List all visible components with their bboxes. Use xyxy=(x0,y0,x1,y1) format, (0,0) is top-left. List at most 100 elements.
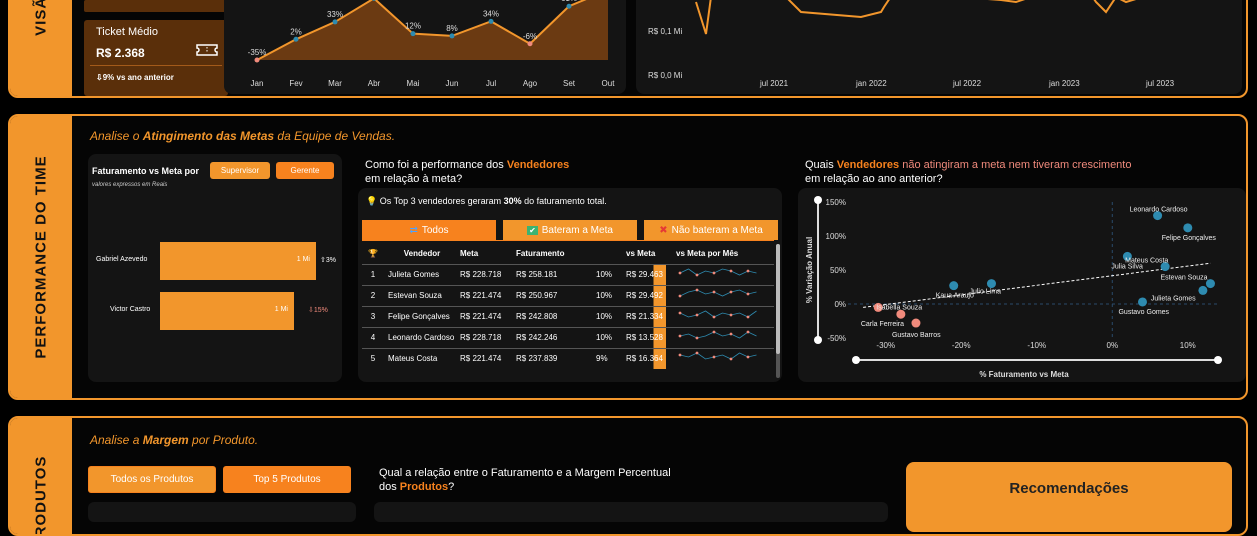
cell-vs-meta: R$ 21.334 xyxy=(626,306,676,327)
x-slider-handle[interactable] xyxy=(852,356,860,364)
cell-vs-meta: R$ 29.492 xyxy=(626,285,676,306)
month-tick: Set xyxy=(563,79,576,88)
table-row[interactable]: 4 Leonardo Cardoso R$ 228.718 R$ 242.246 10%… xyxy=(362,327,774,348)
todos-produtos-button[interactable]: Todos os Produtos xyxy=(88,466,216,493)
y-tick: 50% xyxy=(830,266,846,275)
fat-vs-meta-title: Faturamento vs Meta por xyxy=(92,166,200,176)
sparkline-point xyxy=(729,269,733,272)
y-slider-handle[interactable] xyxy=(814,336,822,344)
sparkline-point xyxy=(712,271,716,274)
col-vs-meta[interactable]: vs Meta xyxy=(626,244,676,264)
scatter-point[interactable] xyxy=(1198,285,1208,295)
y-slider-handle[interactable] xyxy=(814,196,822,204)
cell-pct: 10% xyxy=(596,333,613,342)
vendedores-table: 🏆 Vendedor Meta Faturamento vs Meta vs M… xyxy=(362,244,774,369)
supervisor-bar-label: 1 Mi xyxy=(296,256,310,263)
cell-pct: 10% xyxy=(596,270,613,279)
trend-x-tick: jul 2022 xyxy=(952,79,982,88)
trend-x-tick: jan 2022 xyxy=(855,79,887,88)
table-row[interactable]: 1 Julieta Gomes R$ 228.718 R$ 258.181 10% R$ … xyxy=(362,264,774,285)
trend-line xyxy=(695,0,1137,35)
data-point[interactable] xyxy=(332,19,338,25)
cell-vs-meta: R$ 29.463 xyxy=(626,264,676,285)
point-label: Gustavo Barros xyxy=(892,332,941,339)
check-icon: ✔ xyxy=(527,225,538,235)
table-scrollbar[interactable] xyxy=(776,244,780,378)
ticket-medio-value: R$ 2.368 xyxy=(96,46,145,60)
table-row[interactable]: 5 Mateus Costa R$ 221.474 R$ 237.839 9% R$ 16… xyxy=(362,348,774,369)
supervisor-bar[interactable]: 1 Mi xyxy=(160,292,294,330)
cell-meta: R$ 228.718 xyxy=(460,270,502,279)
month-tick: Jan xyxy=(251,79,264,88)
ticket-medio-card: Ticket Médio R$ 2.368 ⇩9% vs ano anterio… xyxy=(84,20,228,96)
table-row[interactable]: 3 Felipe Gonçalves R$ 221.474 R$ 242.808 10%… xyxy=(362,306,774,327)
cell-meta: R$ 221.474 xyxy=(460,354,502,364)
area-fill xyxy=(257,0,608,60)
cell-pct: 10% xyxy=(596,312,613,321)
top3-insight: 💡 Os Top 3 vendedores geraram 30% do fat… xyxy=(366,196,607,206)
kpi-top-strip xyxy=(84,0,228,12)
recomendacoes-title: Recomendações xyxy=(1009,480,1129,497)
sparkline-point xyxy=(746,355,750,359)
data-point[interactable] xyxy=(254,57,260,63)
cell-vendedor: Mateus Costa xyxy=(388,354,438,364)
data-point[interactable] xyxy=(488,18,494,24)
data-label: -6% xyxy=(523,32,537,41)
monthly-variation-chart: -35% Jan 2% Fev 33% Mar Abr 12% Mai 8% Jun 34% Jul -6… xyxy=(248,0,615,88)
supervisor-button[interactable]: Supervisor xyxy=(210,162,270,179)
x-tick: 10% xyxy=(1180,341,1196,350)
sparkline-point xyxy=(729,332,733,335)
col-vendedor[interactable]: Vendedor xyxy=(384,244,460,264)
revenue-trend-card: R$ 0,1 Mi R$ 0,0 Mi jul 2021 jan 2022 ju… xyxy=(636,0,1242,94)
sparkline-point xyxy=(729,290,733,293)
y-tick: 100% xyxy=(826,232,846,241)
data-point[interactable] xyxy=(293,36,299,42)
recomendacoes-panel[interactable]: Recomendações xyxy=(906,462,1232,532)
table-row[interactable]: 2 Estevan Souza R$ 221.474 R$ 250.967 10% R$ … xyxy=(362,285,774,306)
data-point[interactable] xyxy=(566,3,572,9)
x-slider-handle[interactable] xyxy=(1214,356,1222,364)
supervisor-name: Victor Castro xyxy=(110,306,151,313)
supervisor-delta: ⇩15% xyxy=(308,307,328,314)
col-vs-meta-mes[interactable]: vs Meta por Mês xyxy=(676,244,774,264)
overview-side-panel: VISÃO xyxy=(10,0,72,96)
cell-vs-meta: R$ 13.528 xyxy=(626,327,676,348)
supervisor-bar[interactable]: 1 Mi xyxy=(160,242,316,280)
scatter-point[interactable] xyxy=(1183,223,1193,233)
scatter-point[interactable] xyxy=(896,309,906,319)
point-label: Julio Lima xyxy=(969,289,1001,296)
y-tick: 0% xyxy=(834,300,846,309)
sparkline-path xyxy=(679,310,757,317)
scatter-point[interactable] xyxy=(911,318,921,328)
data-point[interactable] xyxy=(449,33,455,39)
col-faturamento[interactable]: Faturamento xyxy=(510,244,596,264)
point-label: Mateus Costa xyxy=(1125,258,1168,265)
y-tick: -50% xyxy=(827,334,846,343)
sparkline-point xyxy=(695,313,699,316)
point-label: Kaua Araujo xyxy=(936,293,974,300)
data-point[interactable] xyxy=(527,41,533,47)
top5-produtos-button[interactable]: Top 5 Produtos xyxy=(223,466,351,493)
tab-todos[interactable]: ⇄ Todos xyxy=(362,220,496,240)
sparkline xyxy=(678,288,757,297)
tab-bateram-meta[interactable]: ✔ Bateram a Meta xyxy=(503,220,637,240)
ticket-medio-delta: ⇩9% vs ano anterior xyxy=(96,73,174,82)
sparkline xyxy=(678,330,757,339)
produtos-side-label: PRODUTOS xyxy=(32,455,50,536)
data-point[interactable] xyxy=(410,31,416,37)
vendedores-card: 💡 Os Top 3 vendedores geraram 30% do fat… xyxy=(358,188,782,382)
cell-sparkline xyxy=(676,285,774,306)
table-header: 🏆 Vendedor Meta Faturamento vs Meta vs M… xyxy=(362,244,774,264)
trend-y-tick: R$ 0,1 Mi xyxy=(648,27,682,36)
sparkline-point xyxy=(678,334,682,337)
col-meta[interactable]: Meta xyxy=(460,244,510,264)
tab-nao-bateram-meta[interactable]: ✖ Não bateram a Meta xyxy=(644,220,778,240)
scatter-point[interactable] xyxy=(986,279,996,289)
gerente-button[interactable]: Gerente xyxy=(276,162,334,179)
supervisor-bar-row: Gabriel Azevedo 1 Mi ⇧3% xyxy=(88,242,342,280)
scatter-point[interactable] xyxy=(949,281,959,291)
sparkline-path xyxy=(679,331,757,338)
scatter-point[interactable] xyxy=(1137,297,1147,307)
supervisor-name: Gabriel Azevedo xyxy=(96,256,148,263)
sparkline-point xyxy=(695,288,699,291)
